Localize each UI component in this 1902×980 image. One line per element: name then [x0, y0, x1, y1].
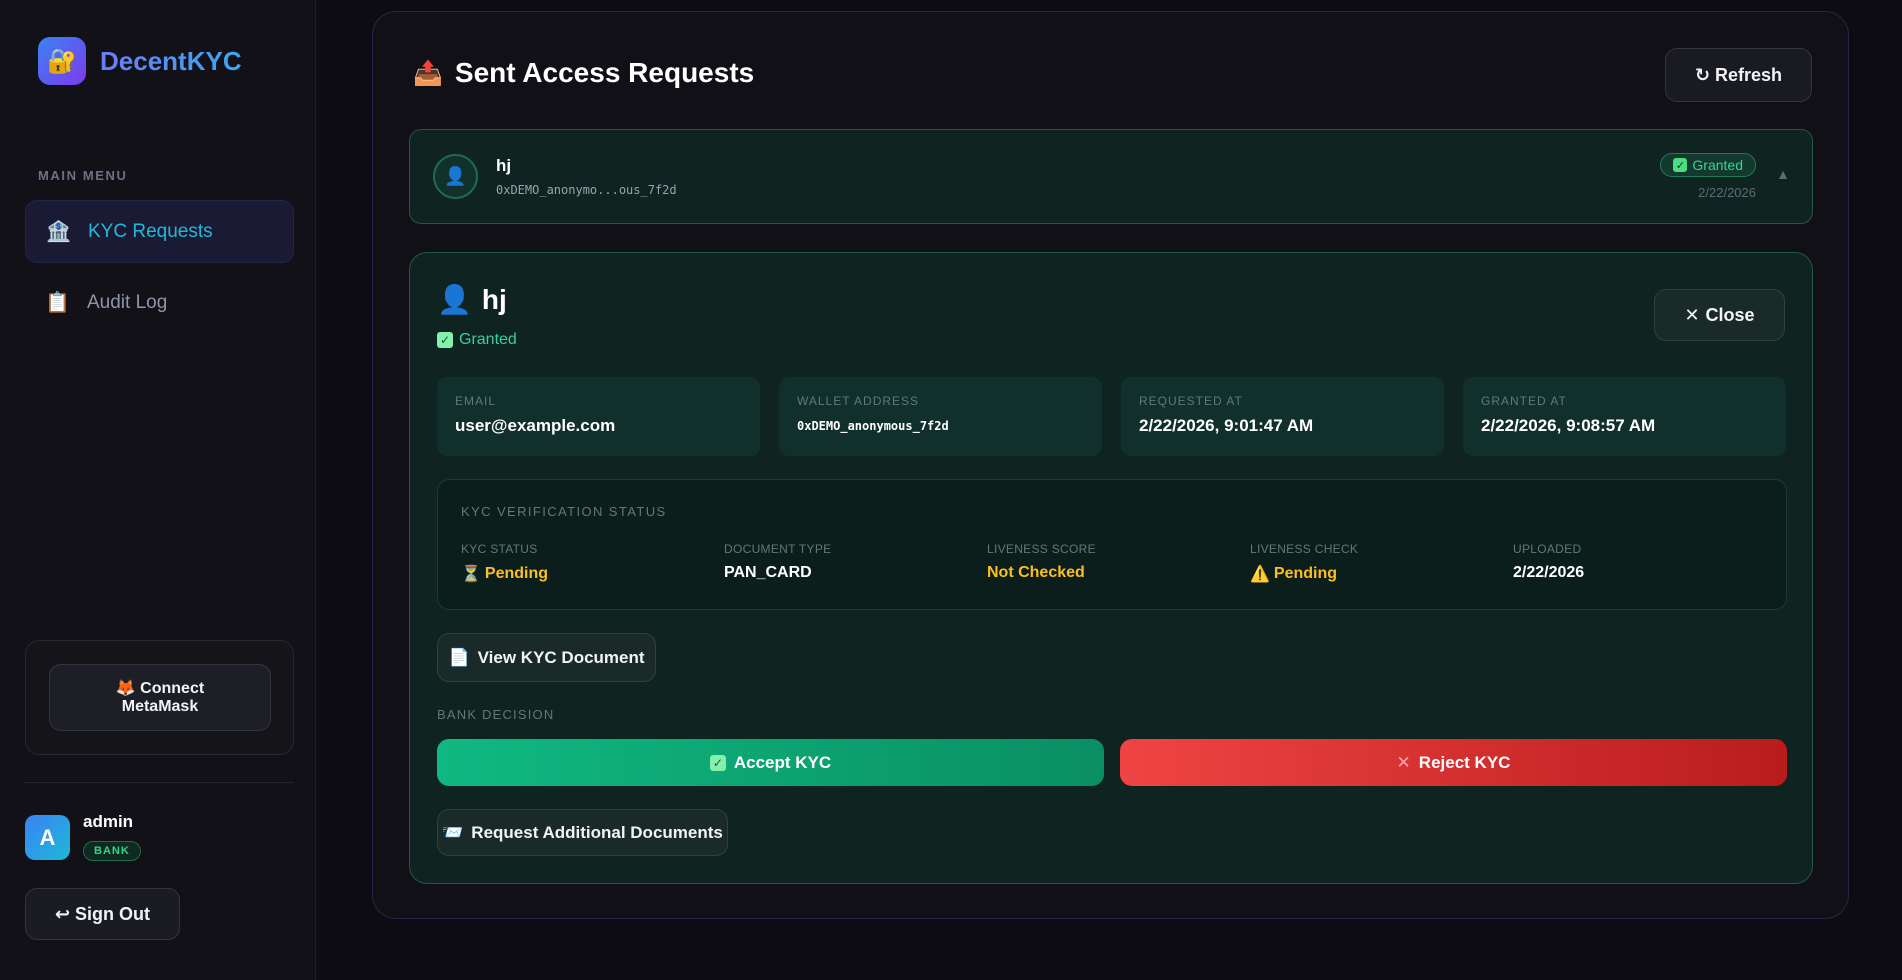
warning-icon: ⚠️: [1250, 566, 1270, 583]
kyc-value: Not Checked: [987, 564, 1085, 581]
chevron-up-icon[interactable]: ▲: [1776, 166, 1790, 182]
kyc-field-document-type: DOCUMENT TYPE PAN_CARD: [724, 542, 831, 582]
view-doc-label: View KYC Document: [477, 647, 645, 667]
wallet-connect-panel: 🦊 Connect MetaMask: [25, 640, 294, 755]
kyc-field-liveness-check: LIVENESS CHECK ⚠️ Pending: [1250, 542, 1358, 584]
reject-label: Reject KYC: [1418, 752, 1511, 772]
check-icon: ✓: [437, 332, 453, 348]
request-row[interactable]: 👤 hj 0xDEMO_anonymo...ous_7f2d ✓ Granted…: [409, 129, 1813, 224]
hourglass-icon: ⏳: [461, 566, 481, 583]
info-label: EMAIL: [455, 394, 497, 408]
check-icon: ✓: [709, 754, 726, 771]
kyc-label: DOCUMENT TYPE: [724, 542, 832, 556]
page-title-text: Sent Access Requests: [454, 57, 755, 88]
status-badge: ✓ Granted: [1660, 153, 1756, 177]
request-detail-card: 👤 hj ✓ Granted ✕ Close EMAIL user@exampl…: [409, 252, 1813, 884]
info-value: user@example.com: [455, 416, 616, 435]
info-label: REQUESTED AT: [1139, 394, 1243, 408]
connect-label-line1: 🦊 Connect: [115, 679, 205, 697]
connect-metamask-button[interactable]: 🦊 Connect MetaMask: [49, 664, 271, 731]
detail-name: hj: [481, 283, 507, 315]
view-kyc-document-button[interactable]: 📄 View KYC Document: [437, 633, 656, 682]
user-icon: 👤: [437, 284, 472, 315]
reject-kyc-button[interactable]: ✕ Reject KYC: [1120, 739, 1787, 786]
kyc-label: LIVENESS SCORE: [987, 542, 1096, 556]
document-icon: 📄: [448, 647, 470, 667]
kyc-value: 2/22/2026: [1513, 564, 1585, 581]
sidebar: 🔐 DecentKYC MAIN MENU 🏦 KYC Requests 📋 A…: [0, 0, 316, 980]
kyc-label: KYC STATUS: [461, 542, 538, 556]
sidebar-divider: [25, 782, 294, 783]
outbox-icon: 📤: [413, 59, 443, 87]
kyc-value: ⚠️ Pending: [1250, 564, 1358, 584]
bank-icon: 🏦: [46, 221, 71, 243]
check-icon: ✓: [1673, 158, 1688, 172]
info-card-email: EMAIL user@example.com: [437, 377, 760, 456]
sidebar-item-audit-log[interactable]: 📋 Audit Log: [25, 271, 294, 334]
info-card-granted-at: GRANTED AT 2/22/2026, 9:08:57 AM: [1463, 377, 1786, 456]
detail-title: 👤 hj: [437, 283, 507, 316]
close-button[interactable]: ✕ Close: [1654, 289, 1785, 341]
request-docs-label: Request Additional Documents: [471, 822, 723, 842]
info-card-requested-at: REQUESTED AT 2/22/2026, 9:01:47 AM: [1121, 377, 1444, 456]
detail-status: ✓ Granted: [437, 331, 517, 349]
cross-icon: ✕: [1396, 752, 1411, 772]
refresh-button[interactable]: ↻ Refresh: [1665, 48, 1812, 102]
detail-status-label: Granted: [459, 331, 517, 348]
request-date: 2/22/2026: [1698, 185, 1756, 200]
sidebar-item-label: Audit Log: [87, 291, 168, 313]
sidebar-item-label: KYC Requests: [88, 220, 213, 242]
user-name: admin: [83, 812, 134, 831]
info-label: WALLET ADDRESS: [797, 394, 920, 408]
accept-label: Accept KYC: [733, 752, 832, 772]
info-value: 0xDEMO_anonymous_7f2d: [797, 419, 949, 433]
kyc-field-uploaded: UPLOADED 2/22/2026: [1513, 542, 1584, 582]
kyc-value-text: Pending: [484, 565, 549, 582]
kyc-value: PAN_CARD: [724, 564, 812, 581]
kyc-field-liveness-score: LIVENESS SCORE Not Checked: [987, 542, 1096, 582]
kyc-field-status: KYC STATUS ⏳ Pending: [461, 542, 548, 584]
access-requests-panel: 📤 Sent Access Requests ↻ Refresh 👤 hj 0x…: [372, 11, 1849, 919]
clipboard-icon: 📋: [45, 292, 70, 314]
info-label: GRANTED AT: [1481, 394, 1567, 408]
status-badge-label: Granted: [1692, 157, 1743, 173]
sign-out-button[interactable]: ↩ Sign Out: [25, 888, 180, 940]
kyc-label: UPLOADED: [1513, 542, 1582, 556]
request-address: 0xDEMO_anonymo...ous_7f2d: [496, 183, 677, 197]
accept-kyc-button[interactable]: ✓ Accept KYC: [437, 739, 1104, 786]
close-icon: ✕: [1684, 304, 1700, 325]
kyc-label: LIVENESS CHECK: [1250, 542, 1359, 556]
bank-decision-label: BANK DECISION: [437, 707, 555, 722]
user-icon: 👤: [433, 154, 478, 199]
kyc-heading: KYC VERIFICATION STATUS: [461, 504, 667, 519]
request-name: hj: [496, 156, 512, 175]
sidebar-item-kyc-requests[interactable]: 🏦 KYC Requests: [25, 200, 294, 263]
kyc-value: ⏳ Pending: [461, 564, 548, 584]
envelope-icon: 📨: [442, 822, 464, 842]
info-value: 2/22/2026, 9:01:47 AM: [1139, 416, 1314, 435]
request-additional-documents-button[interactable]: 📨 Request Additional Documents: [437, 809, 728, 856]
lock-icon: 🔐: [38, 37, 86, 85]
info-card-wallet: WALLET ADDRESS 0xDEMO_anonymous_7f2d: [779, 377, 1102, 456]
brand[interactable]: 🔐 DecentKYC: [38, 37, 242, 85]
avatar: A: [25, 815, 70, 860]
page-title: 📤 Sent Access Requests: [413, 57, 754, 89]
close-label: Close: [1705, 304, 1755, 325]
role-badge: BANK: [83, 841, 141, 861]
kyc-value-text: Pending: [1273, 565, 1338, 582]
brand-name: DecentKYC: [100, 45, 242, 76]
connect-label-line2: MetaMask: [121, 697, 199, 715]
kyc-status-box: KYC VERIFICATION STATUS KYC STATUS ⏳ Pen…: [437, 479, 1787, 610]
menu-heading: MAIN MENU: [38, 168, 128, 183]
info-value: 2/22/2026, 9:08:57 AM: [1481, 416, 1656, 435]
